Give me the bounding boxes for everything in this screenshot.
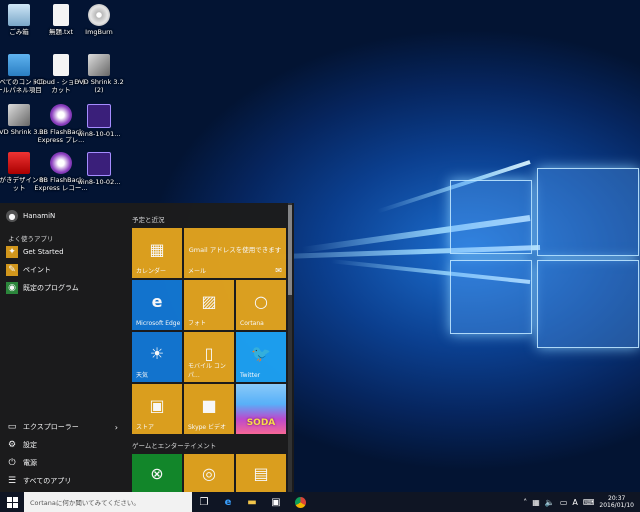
- scrollbar-thumb[interactable]: [288, 205, 292, 295]
- paint-icon: ✎: [6, 264, 18, 276]
- windows-logo-pane: [450, 260, 532, 334]
- hagaki-icon: [8, 152, 30, 174]
- text-file-icon: [53, 4, 69, 26]
- network-icon[interactable]: ▦: [532, 498, 540, 507]
- cortana-icon: ○: [254, 291, 268, 311]
- tile-movies[interactable]: ▤: [236, 454, 286, 492]
- mail-icon: ✉: [275, 266, 282, 275]
- start-item-settings[interactable]: ⚙ 設定: [6, 438, 37, 452]
- windows-logo-pane: [450, 180, 532, 254]
- twitter-bird-icon: 🐦: [251, 343, 271, 363]
- tile-groove[interactable]: ◎: [184, 454, 234, 492]
- chrome-icon: [294, 496, 306, 508]
- start-button[interactable]: [0, 492, 24, 512]
- taskbar-chrome[interactable]: [288, 492, 312, 512]
- chevron-right-icon: ›: [114, 422, 118, 432]
- tile-weather[interactable]: ☀ 天気: [132, 332, 182, 382]
- tile-calendar[interactable]: ▦ カレンダー: [132, 228, 182, 278]
- start-item-all-apps[interactable]: ☰ すべてのアプリ: [6, 474, 71, 488]
- desktop-icon-dvd-shrink-2[interactable]: DVD Shrink 3.2 (2): [72, 54, 126, 94]
- start-item-explorer[interactable]: ▭ エクスプローラー ›: [6, 420, 118, 434]
- frequent-header: よく使うアプリ: [8, 235, 54, 243]
- taskbar-edge[interactable]: e: [216, 492, 240, 512]
- clock[interactable]: 20:37 2016/01/10: [599, 495, 634, 509]
- tile-section-header: ゲームとエンターテイメント: [132, 442, 217, 450]
- taskbar: Cortanaに何か聞いてみてください。 ❐ e ▬ ▣ ˄ ▦ 🔈 ▭ A ⌨…: [0, 492, 640, 512]
- folder-icon: ▬: [247, 496, 257, 508]
- task-view-icon: ❐: [199, 496, 209, 508]
- gear-icon: ⚙: [7, 440, 17, 450]
- tile-section-header: 予定と近況: [132, 216, 165, 224]
- keyboard-icon[interactable]: ⌨: [583, 498, 595, 507]
- tile-edge[interactable]: e Microsoft Edge: [132, 280, 182, 330]
- xbox-icon: ⊗: [150, 463, 164, 483]
- candy-logo: SODA: [246, 418, 276, 428]
- system-tray: ˄ ▦ 🔈 ▭ A ⌨ 20:37 2016/01/10: [523, 495, 640, 509]
- video-camera-icon: ■: [201, 395, 217, 415]
- disc-icon: [88, 4, 110, 26]
- desktop-icon-video-1[interactable]: win8-10-01...: [72, 104, 126, 138]
- calendar-icon: ▦: [149, 239, 165, 259]
- tile-mobile-companion[interactable]: ▯ モバイル コンパ...: [184, 332, 234, 382]
- start-item-power[interactable]: ⏻ 電源: [6, 456, 37, 470]
- flashback-icon: [50, 104, 72, 126]
- lightbulb-icon: ✦: [6, 246, 18, 258]
- tile-cortana[interactable]: ○ Cortana: [236, 280, 286, 330]
- start-item-paint[interactable]: ✎ ペイント: [6, 263, 51, 277]
- groove-music-icon: ◎: [202, 463, 216, 483]
- file-icon: [53, 54, 69, 76]
- desktop-icon-imgburn[interactable]: ImgBurn: [72, 4, 126, 36]
- clapperboard-icon: ▤: [253, 463, 269, 483]
- user-avatar-icon: ●: [6, 210, 18, 222]
- mail-tile-text: Gmail アドレスを使用できます: [188, 246, 282, 254]
- windows-logo-icon: [6, 496, 18, 508]
- store-bag-icon: ▣: [149, 395, 165, 415]
- action-center-icon[interactable]: ▭: [560, 498, 568, 507]
- video-file-icon: [87, 104, 111, 128]
- tile-candy-crush[interactable]: SODA: [236, 384, 286, 434]
- tile-photos[interactable]: ▨ フォト: [184, 280, 234, 330]
- taskbar-store[interactable]: ▣: [264, 492, 288, 512]
- tile-xbox[interactable]: ⊗: [132, 454, 182, 492]
- tile-mail[interactable]: Gmail アドレスを使用できます メール ✉: [184, 228, 286, 278]
- task-view-button[interactable]: ❐: [192, 492, 216, 512]
- cortana-search-box[interactable]: Cortanaに何か聞いてみてください。: [24, 492, 192, 512]
- folder-icon: ▭: [7, 422, 17, 432]
- edge-icon: e: [151, 291, 163, 311]
- video-file-icon: [87, 152, 111, 176]
- sun-icon: ☀: [149, 343, 165, 363]
- dvd-shrink-icon: [8, 104, 30, 126]
- start-item-default-programs[interactable]: ◉ 既定のプログラム: [6, 281, 79, 295]
- user-account[interactable]: ● HanamiN: [6, 209, 55, 223]
- list-icon: ☰: [7, 476, 17, 486]
- store-bag-icon: ▣: [271, 496, 281, 508]
- recycle-bin-icon: [8, 4, 30, 26]
- default-programs-icon: ◉: [6, 282, 18, 294]
- photos-icon: ▨: [201, 291, 217, 311]
- tile-twitter[interactable]: 🐦 Twitter: [236, 332, 286, 382]
- desktop-icon-video-2[interactable]: win8-10-02...: [72, 152, 126, 186]
- windows-logo-pane: [537, 260, 639, 348]
- dvd-shrink-icon: [88, 54, 110, 76]
- tile-store[interactable]: ▣ ストア: [132, 384, 182, 434]
- control-panel-icon: [8, 54, 30, 76]
- chevron-up-icon[interactable]: ˄: [523, 498, 527, 507]
- start-item-get-started[interactable]: ✦ Get Started: [6, 245, 64, 259]
- volume-icon[interactable]: 🔈: [545, 498, 555, 507]
- taskbar-explorer[interactable]: ▬: [240, 492, 264, 512]
- edge-icon: e: [224, 496, 232, 508]
- power-icon: ⏻: [8, 458, 16, 468]
- tile-skype-video[interactable]: ■ Skype ビデオ: [184, 384, 234, 434]
- flashback-icon: [50, 152, 72, 174]
- start-left-column: ● HanamiN よく使うアプリ ✦ Get Started ✎ ペイント ◉…: [0, 203, 126, 492]
- start-scrollbar[interactable]: [288, 203, 292, 492]
- ime-indicator[interactable]: A: [572, 498, 577, 507]
- start-menu: ● HanamiN よく使うアプリ ✦ Get Started ✎ ペイント ◉…: [0, 203, 294, 492]
- windows-logo-pane: [537, 168, 639, 256]
